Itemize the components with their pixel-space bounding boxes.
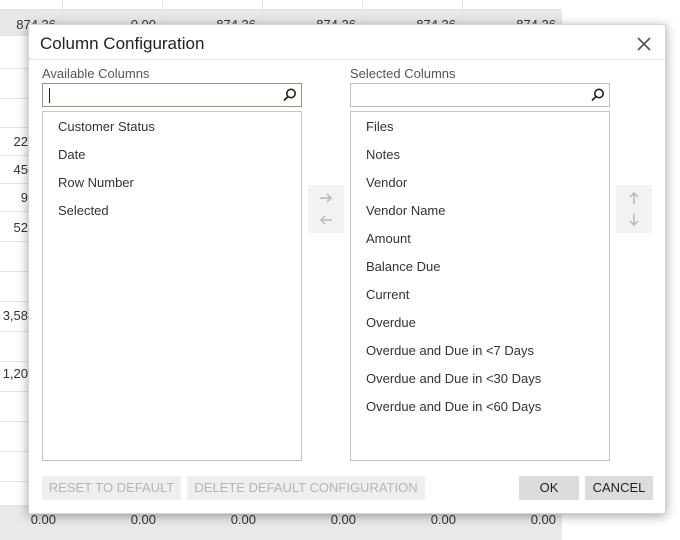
text-caret: [49, 88, 50, 103]
delete-default-configuration-button[interactable]: DELETE DEFAULT CONFIGURATION: [187, 476, 425, 500]
list-item[interactable]: Amount: [366, 231, 411, 246]
available-columns-list[interactable]: Customer Status Date Row Number Selected: [42, 111, 302, 461]
column-configuration-dialog: Column Configuration Available Columns C…: [28, 24, 666, 514]
selected-columns-search-input[interactable]: [354, 86, 582, 104]
grid-cell: 9: [20, 190, 28, 205]
list-item[interactable]: Current: [366, 287, 409, 302]
grid-footer-cell: 0.00: [430, 512, 456, 527]
list-item[interactable]: Row Number: [58, 175, 134, 190]
ok-button[interactable]: OK: [519, 476, 579, 500]
grid-row: [0, 0, 562, 10]
available-columns-search-input[interactable]: [46, 86, 274, 104]
list-item[interactable]: Overdue and Due in <30 Days: [366, 371, 541, 386]
list-item[interactable]: Vendor Name: [366, 203, 446, 218]
list-item[interactable]: Notes: [366, 147, 400, 162]
arrow-left-icon[interactable]: [318, 212, 334, 228]
list-item[interactable]: Overdue and Due in <60 Days: [366, 399, 541, 414]
list-item[interactable]: Selected: [58, 203, 109, 218]
list-item[interactable]: Files: [366, 119, 393, 134]
dialog-title: Column Configuration: [40, 34, 205, 53]
available-columns-label: Available Columns: [42, 66, 150, 81]
grid-footer-cell: 0.00: [230, 512, 256, 527]
available-columns-search[interactable]: [42, 83, 302, 107]
search-icon[interactable]: [282, 87, 298, 103]
arrow-up-icon[interactable]: [626, 190, 642, 206]
selected-columns-search[interactable]: [350, 83, 610, 107]
grid-cell: 45: [13, 162, 28, 177]
grid-cell: 1,20: [2, 366, 28, 381]
selected-columns-list[interactable]: Files Notes Vendor Vendor Name Amount Ba…: [350, 111, 610, 461]
list-item[interactable]: Overdue: [366, 315, 416, 330]
grid-cell: 3,58: [2, 308, 28, 323]
list-item[interactable]: Customer Status: [58, 119, 155, 134]
list-item[interactable]: Date: [58, 147, 85, 162]
arrow-right-icon[interactable]: [318, 190, 334, 206]
list-item[interactable]: Balance Due: [366, 259, 440, 274]
dialog-header-divider: [29, 59, 665, 60]
grid-cell: 52: [13, 220, 28, 235]
grid-footer-cell: 0.00: [130, 512, 156, 527]
list-item[interactable]: Vendor: [366, 175, 407, 190]
search-icon[interactable]: [590, 87, 606, 103]
cancel-button[interactable]: CANCEL: [585, 476, 653, 500]
grid-cell: 22: [13, 134, 28, 149]
move-buttons: [308, 185, 344, 233]
close-icon[interactable]: [633, 33, 655, 55]
reset-to-default-button[interactable]: RESET TO DEFAULT: [42, 476, 181, 500]
arrow-down-icon[interactable]: [626, 212, 642, 228]
grid-footer-cell: 0.00: [330, 512, 356, 527]
grid-footer-cell: 0.00: [530, 512, 556, 527]
reorder-buttons: [616, 185, 652, 233]
grid-footer-cell: 0.00: [30, 512, 56, 527]
selected-columns-label: Selected Columns: [350, 66, 456, 81]
list-item[interactable]: Overdue and Due in <7 Days: [366, 343, 534, 358]
